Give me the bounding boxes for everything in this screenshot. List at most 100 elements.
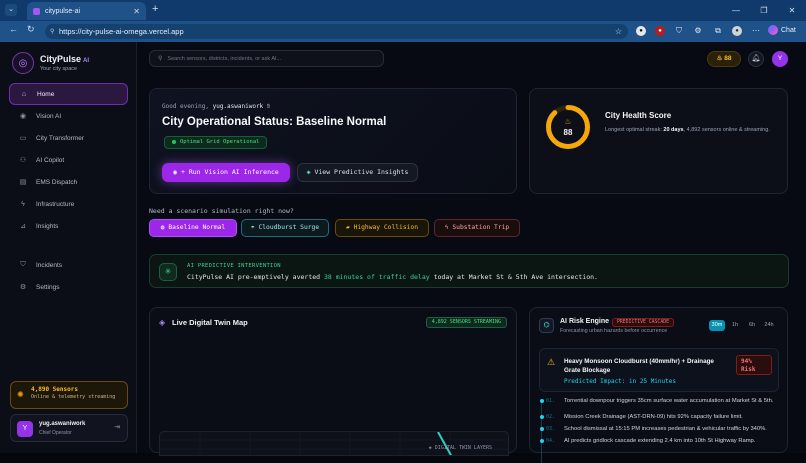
sidebar-item-label: Vision AI: [36, 112, 62, 120]
run-button-label: + Run Vision AI Inference: [181, 168, 279, 176]
eye-icon: ◉: [19, 113, 27, 120]
map-layers-button[interactable]: ◈ DIGITAL TWIN LAYERS: [429, 445, 492, 451]
bolt-icon: ϟ: [21, 200, 25, 208]
chart-icon: ⊿: [20, 223, 26, 230]
restore-button[interactable]: ❐: [750, 0, 778, 21]
back-icon[interactable]: ←: [9, 24, 18, 34]
app-root: ◎ CityPulse AI Your city space ⌂ Home ◉ Vis…: [0, 42, 806, 463]
map-canvas: [160, 432, 508, 455]
sidebar-item-vision-ai[interactable]: ◉ Vision AI: [9, 105, 128, 127]
sensor-count: 4,890 Sensors: [31, 386, 78, 393]
more-menu-icon[interactable]: ⋯: [751, 26, 761, 36]
flame-icon: ♨: [716, 55, 723, 62]
shield-extension-icon[interactable]: ⛉: [674, 26, 684, 36]
window-1h-tab[interactable]: 1h: [727, 320, 743, 331]
digital-twin-map[interactable]: ◈ DIGITAL TWIN LAYERS: [159, 431, 509, 456]
user-role: Chief Operator: [39, 430, 72, 436]
health-score-value: 88: [564, 128, 573, 137]
risk-event-title: Heavy Monsoon Cloudburst (40mm/hr) + Dra…: [564, 358, 714, 374]
timeline-dot: [540, 427, 544, 431]
sidebar-item-insights[interactable]: ⊿ Insights: [9, 215, 128, 237]
sidebar-item-label: EMS Dispatch: [36, 178, 78, 186]
logout-icon[interactable]: ⇥: [114, 423, 120, 431]
tab-list-button[interactable]: ⌄: [5, 4, 17, 16]
run-vision-ai-button[interactable]: ◉ + Run Vision AI Inference: [162, 163, 290, 182]
list-item: 03. School dismissal at 15:15 PM increase…: [540, 425, 782, 437]
chat-button[interactable]: Chat: [768, 25, 796, 35]
predictive-cascade-badge: PREDICTIVE CASCADE: [612, 318, 674, 327]
wave-icon: ✋︎: [266, 103, 271, 110]
minimize-button[interactable]: —: [722, 0, 750, 21]
brand[interactable]: ◎ CityPulse AI Your city space: [12, 52, 89, 74]
map-grid: [160, 432, 508, 455]
sparkle-icon: ✳: [159, 263, 177, 281]
car-icon: ▰: [345, 224, 350, 231]
sensors-streaming-badge: 4,892 SENSORS STREAMING: [425, 317, 507, 328]
page-title: City Operational Status: Baseline Normal: [162, 116, 387, 128]
bookmark-star-icon[interactable]: ☆: [615, 27, 622, 36]
brand-suffix: AI: [83, 58, 90, 64]
notifications-bell-icon[interactable]: 🔔︎: [748, 51, 764, 67]
sidebar-item-ai-copilot[interactable]: ⚇ AI Copilot: [9, 149, 128, 171]
extension-icon[interactable]: ●: [636, 26, 646, 36]
extension-icon[interactable]: ●: [655, 26, 665, 36]
health-gauge: ♨ 88: [546, 105, 590, 149]
settings-extension-icon[interactable]: ⚙: [693, 26, 703, 36]
avatar[interactable]: Y: [772, 51, 788, 67]
timeline-dot: [540, 415, 544, 419]
scenario-highway-collision-button[interactable]: ▰ Highway Collision: [335, 219, 429, 237]
tab-favicon: [33, 7, 40, 15]
sensor-icon: ✺: [17, 390, 24, 399]
streak-badge[interactable]: ♨ 88: [707, 51, 741, 67]
view-predictive-insights-button[interactable]: ◈ View Predictive Insights: [297, 163, 418, 182]
url-field[interactable]: ⚲ https://city-pulse-ai-omega.vercel.app…: [45, 24, 628, 39]
bolt-icon: ϟ: [444, 224, 449, 231]
search-icon: ⚲: [158, 56, 163, 62]
timeline-dot: [540, 399, 544, 403]
warning-icon: ⚠: [547, 357, 556, 367]
ambulance-icon: ▤: [19, 179, 27, 186]
sidebar-item-city-transformer[interactable]: ▭ City Transformer: [9, 127, 128, 149]
risk-event-card[interactable]: ⚠ Heavy Monsoon Cloudburst (40mm/hr) + D…: [539, 348, 779, 392]
sidebar-item-incidents[interactable]: ⛉ Incidents: [9, 254, 128, 276]
window-24h-tab[interactable]: 24h: [761, 320, 777, 331]
window-30m-tab[interactable]: 30m: [709, 320, 725, 331]
tab-title: citypulse-ai: [45, 7, 81, 15]
reload-icon[interactable]: ↻: [27, 24, 35, 35]
site-info-icon[interactable]: ⚲: [50, 28, 54, 35]
predictive-intervention-banner: ✳ AI PREDICTIVE INTERVENTION CityPulse A…: [149, 254, 789, 288]
sidebar-item-settings[interactable]: ⚙ Settings: [9, 276, 128, 298]
flame-icon: ♨: [564, 117, 571, 126]
sidebar-item-ems-dispatch[interactable]: ▤ EMS Dispatch: [9, 171, 128, 193]
url-text: https://city-pulse-ai-omega.vercel.app: [59, 27, 184, 36]
sidebar-item-infrastructure[interactable]: ϟ Infrastructure: [9, 193, 128, 215]
window-6h-tab[interactable]: 6h: [744, 320, 760, 331]
status-badge: Optimal Grid Operational: [164, 136, 268, 149]
extensions-puzzle-icon[interactable]: ⧉: [713, 26, 723, 36]
timeline-dot: [540, 439, 544, 443]
brand-tagline: Your city space: [40, 66, 78, 72]
tab-close-icon[interactable]: ✕: [133, 7, 140, 16]
brand-logo-icon: ◎: [12, 52, 34, 74]
globe-icon: ◍: [160, 224, 165, 231]
search-input[interactable]: ⚲ Search sensors, districts, incidents, …: [149, 50, 384, 67]
user-card[interactable]: Y yug.aswaniwork Chief Operator ⇥: [10, 414, 128, 442]
gear-icon: ⚙: [19, 284, 27, 291]
browser-tab-strip: ⌄ citypulse-ai ✕ + — ❐ ✕: [0, 0, 806, 21]
scenario-cloudburst-surge-button[interactable]: ☂ Cloudburst Surge: [241, 219, 329, 237]
status-hero-card: Good evening, yug.aswaniwork ✋︎ City Ope…: [149, 88, 517, 194]
streak-count: 88: [724, 55, 732, 62]
profile-avatar-icon[interactable]: ●: [732, 26, 742, 36]
sidebar-item-label: AI Copilot: [36, 156, 65, 164]
sidebar-item-home[interactable]: ⌂ Home: [9, 83, 128, 105]
new-tab-button[interactable]: +: [152, 3, 158, 15]
risk-engine-icon: ⌬: [539, 318, 554, 333]
health-streak: 20 days: [663, 127, 684, 133]
scenario-substation-trip-button[interactable]: ϟ Substation Trip: [434, 219, 520, 237]
scenario-baseline-normal-button[interactable]: ◍ Baseline Normal: [149, 219, 237, 237]
risk-title: AI Risk Engine: [560, 318, 610, 325]
browser-tab[interactable]: citypulse-ai ✕: [27, 2, 146, 20]
shield-icon: ⛉: [20, 261, 26, 268]
close-window-button[interactable]: ✕: [778, 0, 806, 21]
